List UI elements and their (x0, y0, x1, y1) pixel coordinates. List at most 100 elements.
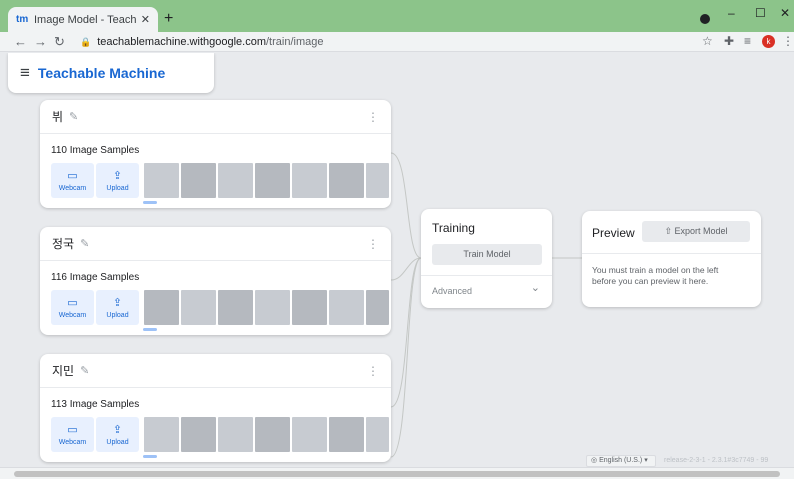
sample-thumbnail[interactable] (218, 290, 253, 325)
webcam-label: Webcam (58, 311, 87, 319)
export-label: Export Model (674, 226, 728, 236)
training-panel: Training Train Model Advanced ⌄ (421, 209, 552, 308)
sample-row: ▭ Webcam ⇪ Upload (51, 163, 389, 198)
teachable-machine-favicon-icon: tm (16, 13, 29, 25)
class-card: 정국 ✎ ⋮ 116 Image Samples ▭ Webcam ⇪ Uplo… (40, 227, 391, 335)
preview-message: You must train a model on the left befor… (592, 265, 719, 286)
new-tab-button[interactable]: + (164, 10, 173, 28)
upload-button[interactable]: ⇪ Upload (96, 163, 139, 198)
browser-toolbar: ← → ↻ 🔒 teachablemachine.withgoogle.com/t… (0, 32, 794, 52)
sample-thumbnail[interactable] (255, 163, 290, 198)
sample-thumbnail[interactable] (181, 290, 216, 325)
webcam-button[interactable]: ▭ Webcam (51, 417, 94, 452)
thumbnail-scrollbar[interactable] (143, 328, 157, 331)
class-card: 뷔 ✎ ⋮ 110 Image Samples ▭ Webcam ⇪ Uploa… (40, 100, 391, 208)
class-card-header: 지민 ✎ ⋮ (40, 354, 391, 388)
extensions-icon[interactable]: ✚ (724, 34, 734, 48)
webcam-label: Webcam (58, 438, 87, 446)
sample-thumbnail[interactable] (144, 417, 179, 452)
thumbnail-scrollbar[interactable] (143, 455, 157, 458)
upload-label: Upload (106, 311, 129, 319)
sample-thumbnail[interactable] (255, 290, 290, 325)
sample-thumbnail[interactable] (366, 417, 389, 452)
forward-icon[interactable]: → (34, 34, 47, 49)
video-camera-icon: ▭ (67, 423, 78, 436)
preview-title: Preview (592, 226, 635, 240)
webcam-button[interactable]: ▭ Webcam (51, 290, 94, 325)
class-options-icon[interactable]: ⋮ (367, 237, 379, 251)
upload-label: Upload (106, 184, 129, 192)
edit-pencil-icon[interactable]: ✎ (80, 237, 89, 250)
language-value: English (U.S.) (599, 457, 643, 464)
sample-thumbnail[interactable] (366, 163, 389, 198)
sample-thumbnail[interactable] (218, 163, 253, 198)
video-camera-icon: ▭ (67, 296, 78, 309)
chevron-down-icon[interactable]: ⌄ (531, 281, 540, 294)
edit-pencil-icon[interactable]: ✎ (80, 364, 89, 377)
app-title[interactable]: Teachable Machine (38, 65, 165, 81)
edit-pencil-icon[interactable]: ✎ (69, 110, 78, 123)
incognito-dot-icon[interactable] (700, 14, 710, 24)
lock-icon: 🔒 (80, 37, 92, 47)
thumbnail-scrollbar[interactable] (143, 201, 157, 204)
train-model-button[interactable]: Train Model (432, 244, 542, 265)
sample-thumbnail[interactable] (255, 417, 290, 452)
horizontal-scrollbar[interactable] (0, 467, 794, 479)
sample-thumbnails[interactable] (144, 290, 389, 325)
class-card-header: 정국 ✎ ⋮ (40, 227, 391, 261)
class-name[interactable]: 지민 (52, 362, 74, 379)
sample-thumbnail[interactable] (329, 417, 364, 452)
globe-icon: ◎ (591, 457, 600, 464)
sample-thumbnail[interactable] (292, 163, 327, 198)
url-path: /train/image (266, 36, 324, 48)
app-header: ≡ Teachable Machine (8, 53, 214, 93)
minimize-icon[interactable]: – (728, 6, 735, 20)
sample-thumbnail[interactable] (181, 163, 216, 198)
upload-label: Upload (106, 438, 129, 446)
sample-count: 116 Image Samples (51, 272, 140, 283)
bookmark-star-icon[interactable]: ☆ (702, 34, 713, 48)
close-window-icon[interactable]: ✕ (780, 6, 790, 20)
class-name[interactable]: 뷔 (52, 108, 63, 125)
training-title: Training (432, 221, 475, 235)
export-icon: ⇧ (664, 226, 675, 236)
reload-icon[interactable]: ↻ (54, 34, 65, 50)
scrollbar-thumb[interactable] (14, 471, 780, 477)
class-options-icon[interactable]: ⋮ (367, 110, 379, 124)
sample-thumbnail[interactable] (329, 290, 364, 325)
sample-thumbnail[interactable] (181, 417, 216, 452)
tab-close-icon[interactable]: ✕ (141, 13, 150, 26)
sample-thumbnail[interactable] (292, 417, 327, 452)
sample-thumbnail[interactable] (366, 290, 389, 325)
class-options-icon[interactable]: ⋮ (367, 364, 379, 378)
sample-thumbnail[interactable] (329, 163, 364, 198)
class-name[interactable]: 정국 (52, 235, 74, 252)
address-bar[interactable]: 🔒 teachablemachine.withgoogle.com/train/i… (80, 34, 690, 50)
advanced-toggle[interactable]: Advanced (432, 286, 472, 296)
menu-icon[interactable]: ≡ (20, 63, 30, 83)
maximize-icon[interactable]: ☐ (755, 6, 766, 20)
export-model-button[interactable]: ⇧ Export Model (642, 221, 750, 242)
sample-thumbnail[interactable] (144, 290, 179, 325)
sample-thumbnail[interactable] (218, 417, 253, 452)
preview-panel: Preview ⇧ Export Model You must train a … (582, 211, 761, 307)
sample-row: ▭ Webcam ⇪ Upload (51, 417, 389, 452)
webcam-button[interactable]: ▭ Webcam (51, 163, 94, 198)
upload-button[interactable]: ⇪ Upload (96, 290, 139, 325)
back-icon[interactable]: ← (14, 34, 27, 49)
browser-tab[interactable]: tm Image Model - Teachable Machi ✕ (8, 7, 158, 32)
profile-avatar[interactable]: k (762, 35, 775, 48)
sample-row: ▭ Webcam ⇪ Upload (51, 290, 389, 325)
sample-thumbnail[interactable] (144, 163, 179, 198)
upload-button[interactable]: ⇪ Upload (96, 417, 139, 452)
sample-thumbnail[interactable] (292, 290, 327, 325)
sample-count: 113 Image Samples (51, 399, 140, 410)
browser-menu-icon[interactable]: ⋮ (782, 34, 794, 48)
sample-thumbnails[interactable] (144, 163, 389, 198)
sample-thumbnails[interactable] (144, 417, 389, 452)
sample-count: 110 Image Samples (51, 145, 140, 156)
training-divider (421, 275, 552, 276)
reading-list-icon[interactable]: ≡ (744, 34, 751, 48)
upload-icon: ⇪ (112, 296, 123, 309)
language-select[interactable]: ◎ English (U.S.) ▾ (586, 455, 656, 467)
